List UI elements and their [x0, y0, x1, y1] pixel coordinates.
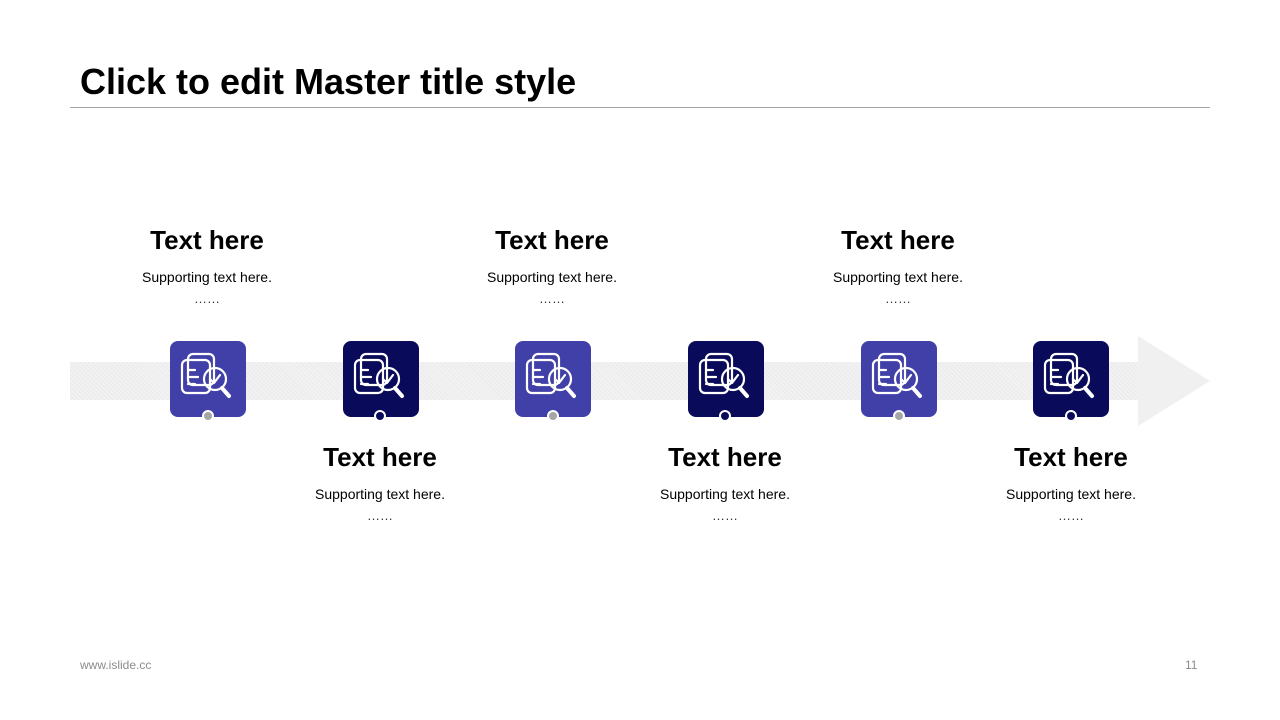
step-4-marker-dot — [719, 410, 731, 422]
document-search-check-icon — [1043, 352, 1094, 398]
step-6-text: Text here Supporting text here. …… — [961, 441, 1181, 524]
document-search-check-icon — [353, 352, 404, 398]
step-5-heading: Text here — [841, 225, 955, 255]
step-3-marker-dot — [547, 410, 559, 422]
step-3-icon-tile — [515, 341, 591, 417]
step-2-icon-tile — [343, 341, 419, 417]
step-3-supporting-text: Supporting text here. — [487, 269, 617, 285]
step-4-ellipsis: …… — [712, 508, 738, 523]
step-6-heading: Text here — [1014, 442, 1128, 472]
step-2-ellipsis: …… — [367, 508, 393, 523]
step-1-heading: Text here — [150, 225, 264, 255]
step-1-supporting-text: Supporting text here. — [142, 269, 272, 285]
step-2-supporting-text: Supporting text here. — [315, 486, 445, 502]
footer-url: www.islide.cc — [80, 658, 152, 672]
step-3-heading: Text here — [495, 225, 609, 255]
step-5-text: Text here Supporting text here. …… — [788, 224, 1008, 307]
step-2-heading: Text here — [323, 442, 437, 472]
step-2-text: Text here Supporting text here. …… — [270, 441, 490, 524]
page-number: 11 — [1185, 658, 1198, 672]
step-5-supporting-text: Supporting text here. — [833, 269, 963, 285]
slide-title: Click to edit Master title style — [80, 61, 577, 102]
step-1-text: Text here Supporting text here. …… — [97, 224, 317, 307]
document-search-check-icon — [180, 352, 231, 398]
title-divider — [70, 107, 1210, 108]
step-4-text: Text here Supporting text here. …… — [615, 441, 835, 524]
step-3-ellipsis: …… — [539, 291, 565, 306]
step-1-ellipsis: …… — [194, 291, 220, 306]
step-4-icon-tile — [688, 341, 764, 417]
step-6-ellipsis: …… — [1058, 508, 1084, 523]
step-5-ellipsis: …… — [885, 291, 911, 306]
step-2-marker-dot — [374, 410, 386, 422]
step-4-supporting-text: Supporting text here. — [660, 486, 790, 502]
timeline-arrow-head — [1138, 336, 1210, 426]
step-6-marker-dot — [1065, 410, 1077, 422]
document-search-check-icon — [871, 352, 922, 398]
document-search-check-icon — [525, 352, 576, 398]
step-3-text: Text here Supporting text here. …… — [442, 224, 662, 307]
step-1-icon-tile — [170, 341, 246, 417]
step-6-supporting-text: Supporting text here. — [1006, 486, 1136, 502]
step-4-heading: Text here — [668, 442, 782, 472]
step-5-marker-dot — [893, 410, 905, 422]
document-search-check-icon — [698, 352, 749, 398]
step-5-icon-tile — [861, 341, 937, 417]
step-1-marker-dot — [202, 410, 214, 422]
step-6-icon-tile — [1033, 341, 1109, 417]
